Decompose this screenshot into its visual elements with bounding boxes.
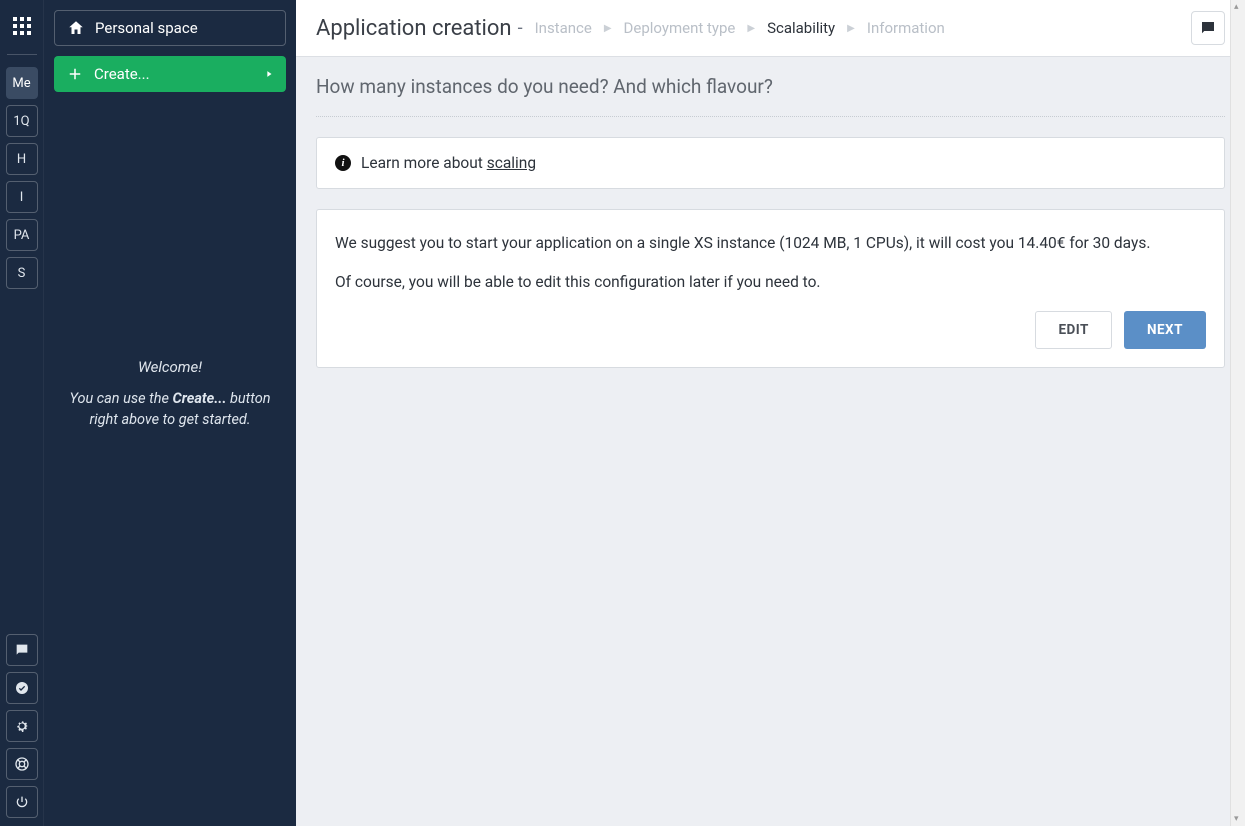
- header-chat-button[interactable]: [1191, 11, 1225, 45]
- rail-chat-button[interactable]: [6, 634, 38, 666]
- next-button[interactable]: NEXT: [1124, 311, 1206, 349]
- rail-item-h[interactable]: H: [6, 143, 38, 175]
- power-icon: [14, 794, 30, 810]
- create-label: Create...: [94, 65, 150, 83]
- welcome-title: Welcome!: [62, 358, 278, 376]
- rail-status-button[interactable]: [6, 672, 38, 704]
- page-header: Application creation - Instance ▶ Deploy…: [296, 0, 1245, 57]
- plus-icon: [66, 65, 84, 83]
- caret-right-icon: [264, 69, 274, 79]
- rail-power-button[interactable]: [6, 786, 38, 818]
- crumb-information[interactable]: Information: [867, 19, 945, 37]
- rail-item-pa[interactable]: PA: [6, 219, 38, 251]
- vertical-scrollbar[interactable]: [1230, 0, 1245, 826]
- welcome-text: You can use the Create... button right a…: [62, 388, 278, 430]
- edit-button[interactable]: EDIT: [1035, 311, 1112, 349]
- create-button[interactable]: Create...: [54, 56, 286, 92]
- dotted-divider: [316, 116, 1225, 117]
- crumb-deployment-type[interactable]: Deployment type: [624, 19, 736, 37]
- rail-item-i[interactable]: I: [6, 181, 38, 213]
- scaling-link[interactable]: scaling: [487, 154, 536, 172]
- apps-menu-button[interactable]: [4, 8, 40, 44]
- breadcrumb: Instance ▶ Deployment type ▶ Scalability…: [535, 19, 945, 37]
- info-box: i Learn more about scaling: [316, 137, 1225, 189]
- title-separator: -: [518, 18, 523, 39]
- info-text: Learn more about scaling: [361, 154, 536, 172]
- chevron-right-icon: ▶: [747, 23, 755, 34]
- grid-icon: [13, 17, 31, 35]
- personal-space-label: Personal space: [95, 19, 198, 37]
- sidebar-welcome: Welcome! You can use the Create... butto…: [54, 358, 286, 430]
- chevron-right-icon: ▶: [847, 23, 855, 34]
- check-circle-icon: [14, 680, 30, 696]
- content-area: How many instances do you need? And whic…: [296, 57, 1245, 388]
- rail-item-s[interactable]: S: [6, 257, 38, 289]
- chevron-right-icon: ▶: [604, 23, 612, 34]
- lifebuoy-icon: [14, 756, 30, 772]
- crumb-scalability[interactable]: Scalability: [767, 19, 835, 37]
- section-subtitle: How many instances do you need? And whic…: [316, 75, 1225, 98]
- page-title: Application creation: [316, 16, 512, 41]
- suggestion-line-2: Of course, you will be able to edit this…: [335, 271, 1206, 294]
- suggestion-panel: We suggest you to start your application…: [316, 209, 1225, 368]
- rail-item-1q[interactable]: 1Q: [6, 105, 38, 137]
- nav-rail: Me 1Q H I PA S: [0, 0, 44, 826]
- main-area: Application creation - Instance ▶ Deploy…: [296, 0, 1245, 826]
- rail-item-me[interactable]: Me: [6, 67, 38, 99]
- sidebar: Personal space Create... Welcome! You ca…: [44, 0, 296, 826]
- chat-filled-icon: [1199, 19, 1217, 37]
- gear-icon: [14, 718, 30, 734]
- rail-settings-button[interactable]: [6, 710, 38, 742]
- chat-icon: [14, 642, 30, 658]
- rail-help-button[interactable]: [6, 748, 38, 780]
- crumb-instance[interactable]: Instance: [535, 19, 592, 37]
- info-icon: i: [335, 155, 351, 171]
- personal-space-button[interactable]: Personal space: [54, 10, 286, 46]
- rail-separator: [7, 54, 37, 55]
- suggestion-line-1: We suggest you to start your application…: [335, 232, 1206, 255]
- panel-actions: EDIT NEXT: [335, 311, 1206, 349]
- home-icon: [67, 19, 85, 37]
